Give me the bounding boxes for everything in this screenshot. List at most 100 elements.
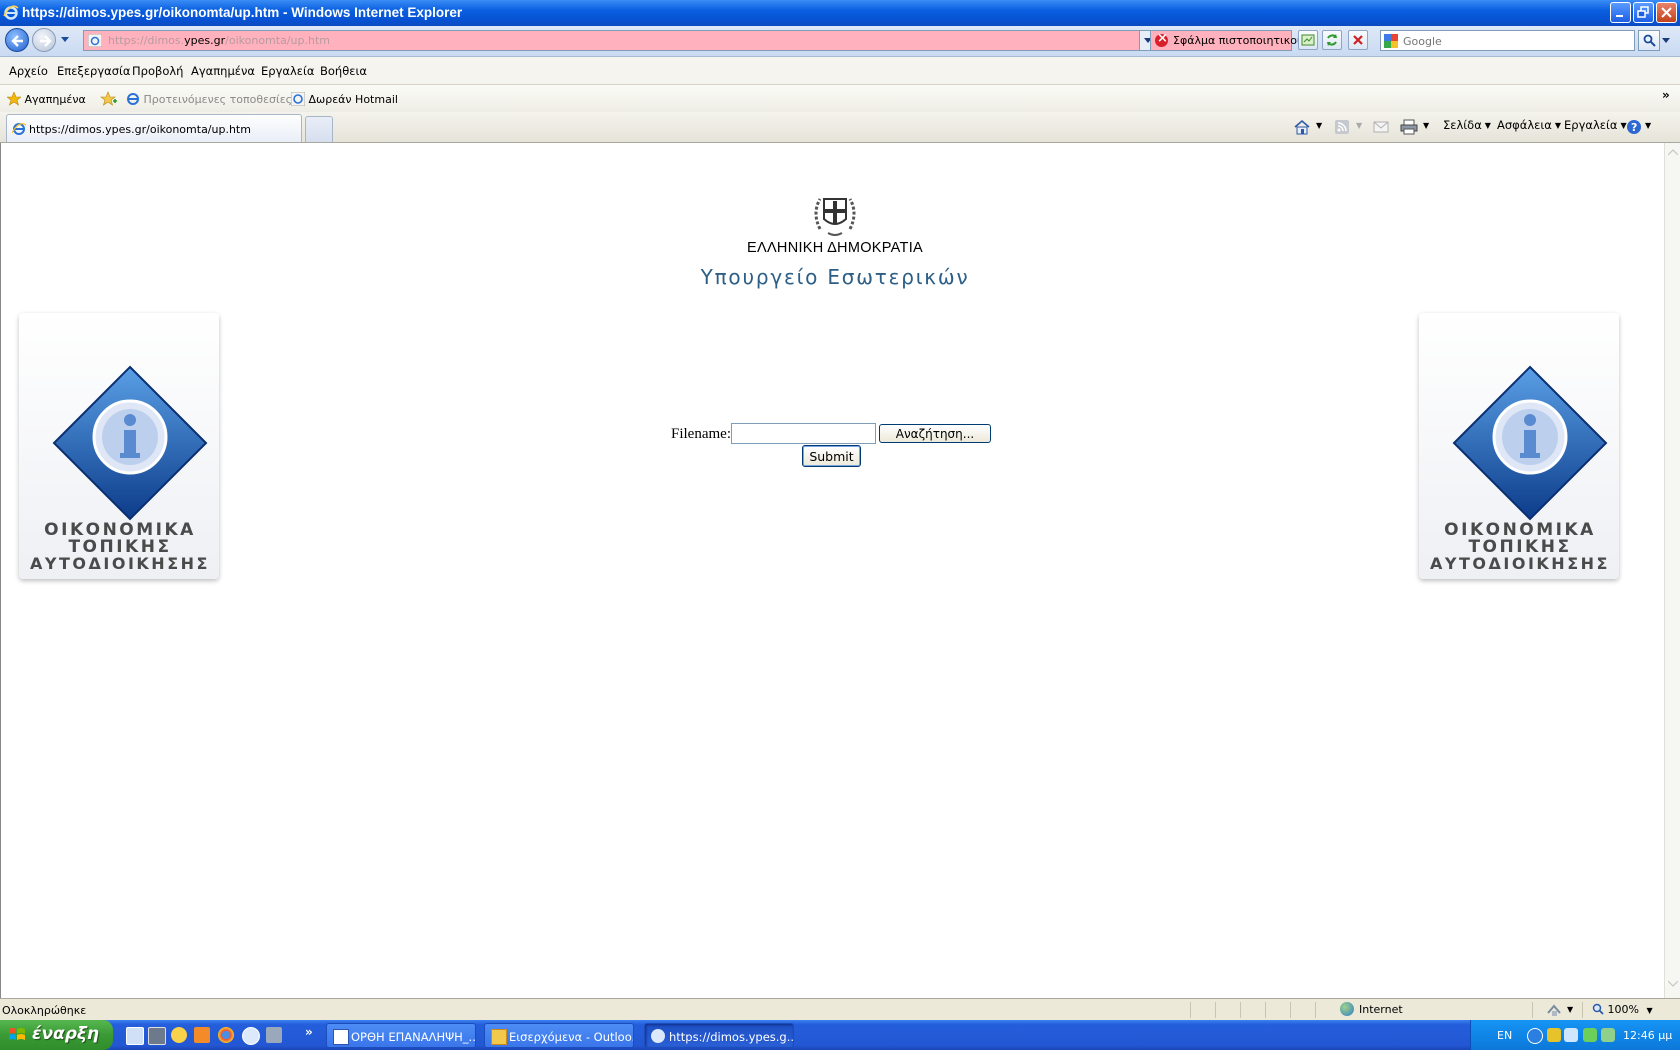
clock: 12:46 μμ [1623, 1029, 1673, 1042]
search-button[interactable] [1638, 30, 1660, 51]
status-divider [1582, 1002, 1583, 1018]
local-government-finances-logo-left: ΟΙΚΟΝΟΜΙΚΑ ΤΟΠΙΚΗΣ ΑΥΤΟΔΙΟΙΚΗΣΗΣ [5, 313, 230, 593]
ie-page-icon [127, 93, 139, 105]
close-window-button[interactable] [1656, 2, 1677, 23]
menu-favorites[interactable]: Αγαπημένα [191, 64, 255, 78]
antivirus-icon[interactable] [1583, 1028, 1597, 1042]
safety-menu-button[interactable]: Ασφάλεια ▼ [1497, 118, 1561, 132]
tools-menu-label: Εργαλεία [1564, 118, 1618, 132]
submit-button[interactable]: Submit [802, 445, 861, 467]
menu-help[interactable]: Βοήθεια [320, 64, 367, 78]
security-shield-icon[interactable] [1547, 1028, 1561, 1042]
filename-label: Filename: [671, 426, 731, 442]
menu-file[interactable]: Αρχείο [9, 64, 48, 78]
taskbar-item-label: Εισερχόμενα - Outloo... [509, 1030, 634, 1044]
search-input[interactable] [1401, 32, 1635, 50]
favorites-button[interactable]: Αγαπημένα [6, 91, 86, 106]
logo-line-3: ΑΥΤΟΔΙΟΙΚΗΣΗΣ [30, 554, 210, 573]
start-button[interactable]: έναρξη [0, 1020, 113, 1050]
read-mail-icon[interactable] [1373, 120, 1389, 134]
close-icon [1661, 7, 1672, 18]
taskbar-item-outlook[interactable]: Εισερχόμενα - Outloo... [484, 1023, 634, 1048]
suggested-sites-button[interactable]: Προτεινόμενες τοποθεσίες ▼ [126, 92, 302, 106]
protected-mode-icon[interactable] [1546, 1003, 1562, 1017]
compatibility-view-button[interactable] [1298, 30, 1318, 50]
caret-down-icon[interactable]: ▼ [1567, 1005, 1573, 1014]
start-label: έναρξη [32, 1024, 100, 1044]
menu-view[interactable]: Προβολή [132, 64, 183, 78]
update-icon[interactable] [1601, 1028, 1615, 1042]
outlook-inbox-icon [491, 1029, 507, 1045]
media-player-icon[interactable] [171, 1027, 187, 1043]
vertical-scrollbar[interactable] [1664, 143, 1680, 998]
page-favicon-icon [88, 34, 102, 47]
status-divider [1265, 1002, 1266, 1018]
minimize-icon [1616, 15, 1623, 17]
certificate-error-button[interactable]: Σφάλμα πιστοποιητικού [1150, 30, 1303, 51]
refresh-button[interactable] [1322, 30, 1342, 50]
refresh-icon [1327, 34, 1337, 46]
status-text: Ολοκληρώθηκε [2, 1004, 87, 1017]
home-dropdown-icon[interactable]: ▼ [1316, 121, 1322, 130]
internet-explorer-icon[interactable] [242, 1027, 260, 1045]
globe-icon [1340, 1002, 1354, 1016]
print-icon[interactable] [1400, 119, 1418, 135]
new-tab-button[interactable] [305, 116, 333, 142]
toolbar-overflow-icon[interactable]: » [1662, 88, 1670, 102]
menu-edit[interactable]: Επεξεργασία [57, 64, 130, 78]
home-icon[interactable] [1293, 119, 1311, 135]
scroll-up-arrow-icon[interactable] [1668, 149, 1678, 155]
help-dropdown-icon[interactable]: ▼ [1645, 121, 1651, 130]
feed-dropdown-icon[interactable]: ▼ [1356, 121, 1362, 130]
zoom-level-button[interactable]: 100% ▼ [1592, 1003, 1653, 1016]
menu-tools[interactable]: Εργαλεία [261, 64, 314, 78]
ie-page-icon [290, 91, 306, 107]
show-desktop-icon[interactable] [148, 1027, 166, 1045]
ie-quick-launch-icon[interactable] [126, 1027, 144, 1045]
filename-input[interactable] [731, 423, 876, 444]
browse-button[interactable]: Αναζήτηση... [879, 424, 991, 443]
rss-feed-icon[interactable] [1334, 119, 1350, 135]
page-menu-label: Σελίδα [1443, 118, 1482, 132]
forward-button[interactable] [32, 28, 56, 52]
stop-icon [1353, 35, 1363, 45]
search-options-dropdown-icon[interactable] [1662, 38, 1670, 44]
page-menu-button[interactable]: Σελίδα ▼ [1443, 118, 1491, 132]
add-to-favorites-bar-icon[interactable] [100, 91, 118, 107]
minimize-button[interactable] [1610, 2, 1631, 23]
restore-button[interactable] [1633, 2, 1654, 23]
info-diamond-icon [1452, 365, 1608, 521]
status-divider [1215, 1002, 1216, 1018]
tab-title: https://dimos.ypes.gr/oikonomta/up.htm [29, 123, 251, 136]
search-box[interactable] [1380, 30, 1635, 51]
scroll-down-arrow-icon[interactable] [1668, 981, 1678, 987]
taskbar-item-internet-explorer[interactable]: https://dimos.ypes.g... [644, 1023, 794, 1048]
tab-current-page[interactable]: https://dimos.ypes.gr/oikonomta/up.htm [6, 114, 302, 142]
windows-flag-icon [9, 1028, 25, 1040]
caret-down-icon: ▼ [1484, 121, 1491, 130]
security-zone[interactable]: Internet [1340, 1002, 1403, 1016]
help-icon[interactable]: ? [1626, 119, 1642, 135]
ie-logo-icon [3, 5, 19, 20]
language-indicator[interactable]: EN [1497, 1029, 1512, 1042]
compatibility-view-icon [1301, 34, 1315, 46]
ie-page-icon [12, 123, 26, 135]
certificate-error-label: Σφάλμα πιστοποιητικού [1173, 34, 1304, 47]
taskbar-item-word-doc[interactable]: ΟΡΘΗ ΕΠΑΝΑΛΗΨΗ_... [326, 1023, 476, 1048]
tray-expand-icon[interactable] [1527, 1028, 1543, 1044]
print-dropdown-icon[interactable]: ▼ [1423, 121, 1429, 130]
tools-menu-button[interactable]: Εργαλεία ▼ [1564, 118, 1627, 132]
outlook-icon[interactable] [194, 1027, 210, 1043]
stop-button[interactable] [1348, 30, 1368, 50]
status-bar: Ολοκληρώθηκε Internet ▼ 100% ▼ [0, 998, 1680, 1021]
quick-launch-overflow-icon[interactable]: » [305, 1025, 313, 1039]
address-bar[interactable]: https://dimos.ypes.gr/oikonomta/up.htm [83, 30, 1157, 51]
free-hotmail-link[interactable]: Δωρεάν Hotmail [290, 91, 398, 107]
recent-pages-dropdown-icon[interactable] [60, 36, 70, 44]
zoom-magnifier-icon [1592, 1003, 1604, 1015]
back-button[interactable] [5, 28, 29, 52]
network-connection-icon[interactable] [1564, 1028, 1578, 1042]
taskbar: έναρξη » ΟΡΘΗ ΕΠΑΝΑΛΗΨΗ_... Εισερχόμενα … [0, 1020, 1680, 1050]
network-tool-icon[interactable] [266, 1027, 282, 1043]
chrome-icon[interactable] [218, 1027, 234, 1043]
